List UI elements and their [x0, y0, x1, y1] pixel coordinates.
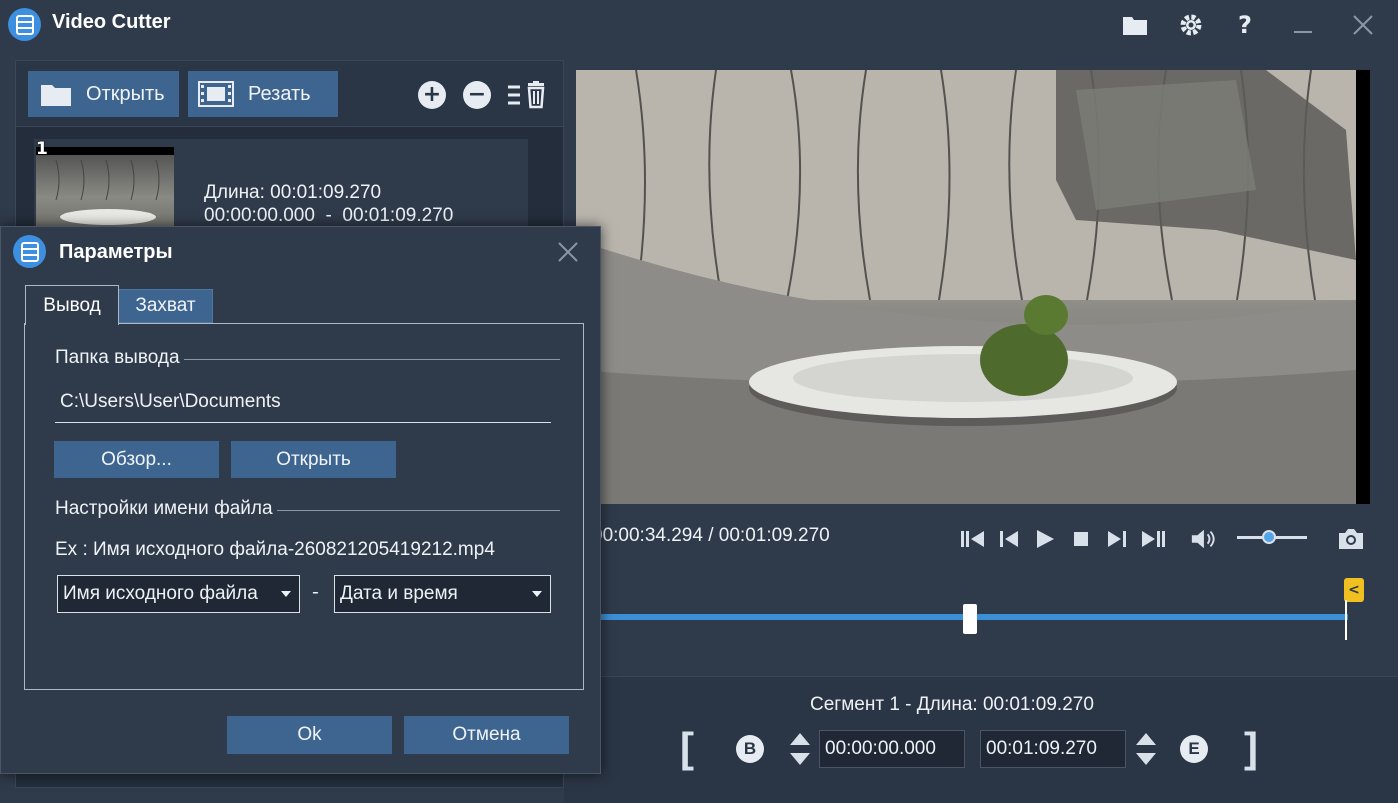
- video-thumbnail: [36, 147, 174, 232]
- camera-icon[interactable]: [1336, 528, 1366, 550]
- app-logo-icon: [13, 235, 46, 268]
- close-icon[interactable]: [1348, 10, 1378, 40]
- begin-time-spinner[interactable]: [788, 730, 812, 768]
- next-frame-icon[interactable]: [1104, 528, 1130, 550]
- add-icon[interactable]: +: [418, 81, 446, 109]
- help-icon[interactable]: ?: [1230, 10, 1260, 40]
- go-to-end-button[interactable]: E: [1180, 735, 1208, 763]
- end-time-spinner[interactable]: [1134, 730, 1158, 768]
- name-part-1-select[interactable]: Имя исходного файла: [57, 575, 300, 613]
- previous-frame-icon[interactable]: [996, 528, 1022, 550]
- open-file-button[interactable]: Открыть: [28, 71, 179, 117]
- tab-output[interactable]: Вывод: [25, 285, 119, 325]
- name-separator: -: [312, 581, 319, 603]
- tab-capture[interactable]: Захват: [118, 289, 213, 323]
- title-bar: Video Cutter ?: [0, 0, 1398, 50]
- ok-button[interactable]: Ok: [227, 716, 392, 754]
- remove-icon[interactable]: −: [463, 81, 491, 109]
- stop-icon[interactable]: [1068, 528, 1094, 550]
- app-title: Video Cutter: [52, 11, 171, 33]
- parameters-dialog: Параметры Вывод Захват Папка вывода C:\U…: [0, 226, 601, 774]
- file-toolbar: Открыть Резать + −: [16, 61, 563, 127]
- dialog-close-icon[interactable]: [556, 240, 580, 264]
- clear-list-icon[interactable]: [506, 81, 550, 109]
- cancel-button[interactable]: Отмена: [404, 716, 569, 754]
- browse-button[interactable]: Обзор...: [54, 441, 219, 478]
- open-file-label: Открыть: [86, 82, 165, 105]
- set-end-bracket-button[interactable]: ]: [1244, 724, 1258, 772]
- name-part-2-select[interactable]: Дата и время: [334, 575, 551, 613]
- file-length: Длина: 00:01:09.270: [204, 182, 382, 203]
- file-number: 1: [36, 139, 48, 159]
- file-range: 00:00:00.000 - 00:01:09.270: [204, 205, 454, 226]
- name-part-1-value: Имя исходного файла: [63, 583, 258, 604]
- volume-slider-handle[interactable]: [1261, 530, 1276, 544]
- cut-label: Резать: [248, 82, 311, 105]
- segment-end-marker[interactable]: <: [1344, 578, 1364, 602]
- output-folder-label: Папка вывода: [55, 347, 184, 369]
- app-logo-icon: [8, 8, 41, 41]
- cut-button[interactable]: Резать: [188, 71, 338, 117]
- output-path-input[interactable]: C:\Users\User\Documents: [55, 385, 551, 423]
- go-to-begin-button[interactable]: B: [736, 735, 764, 763]
- filename-settings-label: Настройки имени файла: [55, 498, 277, 520]
- film-icon: [198, 81, 234, 107]
- end-time-input[interactable]: 00:01:09.270: [980, 730, 1126, 768]
- chevron-down-icon: [281, 591, 291, 597]
- video-preview[interactable]: [576, 70, 1370, 504]
- dialog-title: Параметры: [59, 241, 173, 263]
- folder-icon[interactable]: [1120, 10, 1150, 40]
- folder-icon: [40, 81, 72, 107]
- timecode-display: 00:00:34.294 / 00:01:09.270: [592, 525, 830, 546]
- begin-time-input[interactable]: 00:00:00.000: [819, 730, 965, 768]
- gear-icon[interactable]: [1176, 10, 1206, 40]
- segment-label: Сегмент 1 - Длина: 00:01:09.270: [810, 694, 1094, 715]
- filename-example: Ex : Имя исходного файла-260821205419212…: [55, 539, 495, 560]
- skip-to-start-icon[interactable]: [960, 528, 986, 550]
- video-frame: [576, 70, 1356, 504]
- skip-to-end-icon[interactable]: [1140, 528, 1166, 550]
- chevron-down-icon: [532, 591, 542, 597]
- segment-end-line: [1345, 600, 1347, 640]
- minimize-icon[interactable]: [1288, 10, 1318, 40]
- volume-icon[interactable]: [1190, 528, 1216, 550]
- set-begin-bracket-button[interactable]: [: [680, 724, 694, 772]
- timeline-playhead[interactable]: [963, 604, 978, 634]
- play-icon[interactable]: [1032, 528, 1058, 550]
- open-folder-button[interactable]: Открыть: [231, 441, 396, 478]
- name-part-2-value: Дата и время: [340, 583, 458, 604]
